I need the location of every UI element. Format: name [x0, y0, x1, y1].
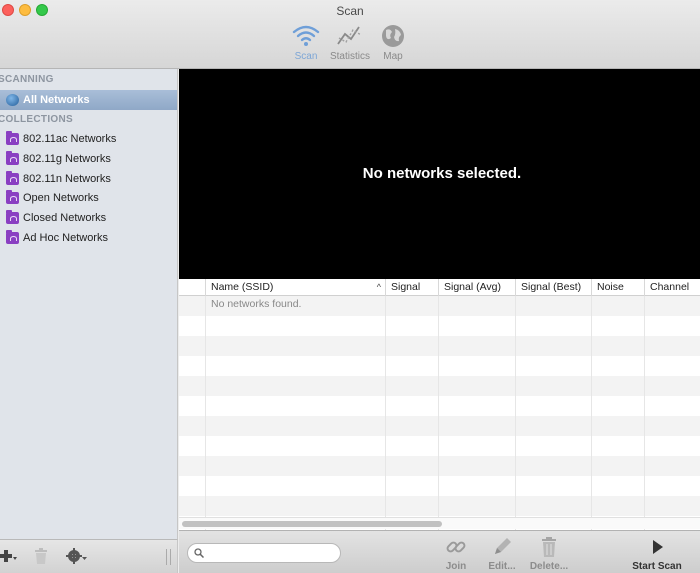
network-search-field[interactable]	[187, 543, 341, 563]
toolbar-map-button[interactable]: Map	[366, 22, 420, 66]
column-divider	[515, 296, 516, 530]
column-header-channel[interactable]: Channel	[644, 279, 700, 296]
edit-button[interactable]: Edit...	[483, 535, 521, 572]
table-row	[179, 376, 700, 396]
table-row	[179, 336, 700, 356]
add-collection-button[interactable]	[0, 548, 18, 568]
sidebar-bottom-bar	[0, 539, 178, 573]
sidebar-resize-handle[interactable]	[166, 549, 171, 565]
network-detail-pane: No networks selected.	[179, 69, 700, 279]
column-header-signal[interactable]: Signal	[385, 279, 438, 296]
sidebar-item-80211n[interactable]: 802.11n Networks	[0, 169, 177, 189]
delete-button[interactable]: Delete...	[525, 535, 573, 572]
search-icon	[194, 548, 204, 558]
toolbar-map-label: Map	[383, 51, 403, 62]
table-row	[179, 416, 700, 436]
column-header-signal-avg[interactable]: Signal (Avg)	[438, 279, 515, 296]
play-icon	[653, 540, 663, 554]
globe-icon	[6, 94, 19, 106]
sort-ascending-icon: ^	[376, 282, 381, 292]
column-divider	[438, 296, 439, 530]
link-icon	[446, 541, 466, 553]
line-chart-icon	[337, 26, 362, 45]
column-divider	[591, 296, 592, 530]
sidebar-item-label: 802.11n Networks	[23, 173, 111, 185]
table-row	[179, 496, 700, 516]
table-header: Name (SSID) ^ Signal Signal (Avg) Signal…	[179, 279, 700, 296]
sidebar-item-ad-hoc-networks[interactable]: Ad Hoc Networks	[0, 228, 177, 248]
collection-folder-icon	[6, 190, 19, 204]
scrollbar-thumb[interactable]	[182, 521, 442, 527]
collection-folder-icon	[6, 151, 19, 165]
sidebar-item-label: All Networks	[23, 94, 90, 106]
pencil-icon	[495, 538, 511, 554]
window-title: Scan	[336, 4, 364, 18]
column-header-noise[interactable]: Noise	[591, 279, 644, 296]
action-menu-button[interactable]	[66, 548, 88, 568]
horizontal-scrollbar[interactable]	[179, 517, 700, 529]
collection-folder-icon	[6, 131, 19, 145]
column-divider	[385, 296, 386, 530]
trash-icon	[542, 537, 556, 557]
table-row	[179, 316, 700, 336]
sidebar-item-label: Open Networks	[23, 192, 99, 204]
collection-folder-icon	[6, 171, 19, 185]
collections-section-header: COLLECTIONS	[0, 114, 73, 125]
table-row	[179, 436, 700, 456]
collection-folder-icon	[6, 210, 19, 224]
wifi-icon	[292, 25, 320, 46]
column-header-signal-best[interactable]: Signal (Best)	[515, 279, 591, 296]
plus-icon	[0, 550, 17, 562]
delete-collection-button[interactable]	[34, 548, 48, 568]
column-divider	[644, 296, 645, 530]
sidebar-item-80211g[interactable]: 802.11g Networks	[0, 149, 177, 169]
sidebar-item-label: 802.11ac Networks	[23, 133, 117, 145]
table-row	[179, 356, 700, 376]
edit-label: Edit...	[488, 561, 516, 572]
globe-icon	[382, 25, 404, 47]
column-header-label: Name (SSID)	[211, 281, 274, 293]
delete-label: Delete...	[529, 561, 569, 572]
table-row	[179, 476, 700, 496]
column-divider	[205, 296, 206, 530]
start-scan-label: Start Scan	[632, 561, 682, 572]
table-row	[179, 396, 700, 416]
column-header-name[interactable]: Name (SSID) ^	[205, 279, 385, 296]
sidebar-item-closed-networks[interactable]: Closed Networks	[0, 208, 177, 228]
join-button[interactable]: Join	[441, 535, 471, 572]
empty-table-message: No networks found.	[211, 298, 302, 310]
no-selection-message: No networks selected.	[362, 165, 522, 182]
sidebar-item-label: 802.11g Networks	[23, 153, 111, 165]
column-header-status[interactable]	[179, 279, 205, 296]
collection-folder-icon	[6, 230, 19, 244]
window-toolbar: Scan Scan Statistics Map	[0, 0, 700, 69]
start-scan-button[interactable]: Start Scan	[628, 535, 686, 572]
sidebar: SCANNING All Networks COLLECTIONS 802.11…	[0, 69, 178, 539]
join-label: Join	[445, 561, 467, 572]
sidebar-item-open-networks[interactable]: Open Networks	[0, 188, 177, 208]
bottom-action-bar: Join Edit... Delete... Start Scan	[179, 530, 700, 573]
networks-table: Name (SSID) ^ Signal Signal (Avg) Signal…	[179, 279, 700, 530]
sidebar-item-label: Ad Hoc Networks	[23, 232, 108, 244]
trash-icon	[35, 548, 47, 564]
scanning-section-header: SCANNING	[0, 74, 54, 85]
table-row	[179, 456, 700, 476]
gear-icon	[66, 548, 87, 564]
sidebar-item-label: Closed Networks	[23, 212, 107, 224]
sidebar-item-all-networks[interactable]: All Networks	[0, 90, 177, 110]
sidebar-item-80211ac[interactable]: 802.11ac Networks	[0, 129, 177, 149]
